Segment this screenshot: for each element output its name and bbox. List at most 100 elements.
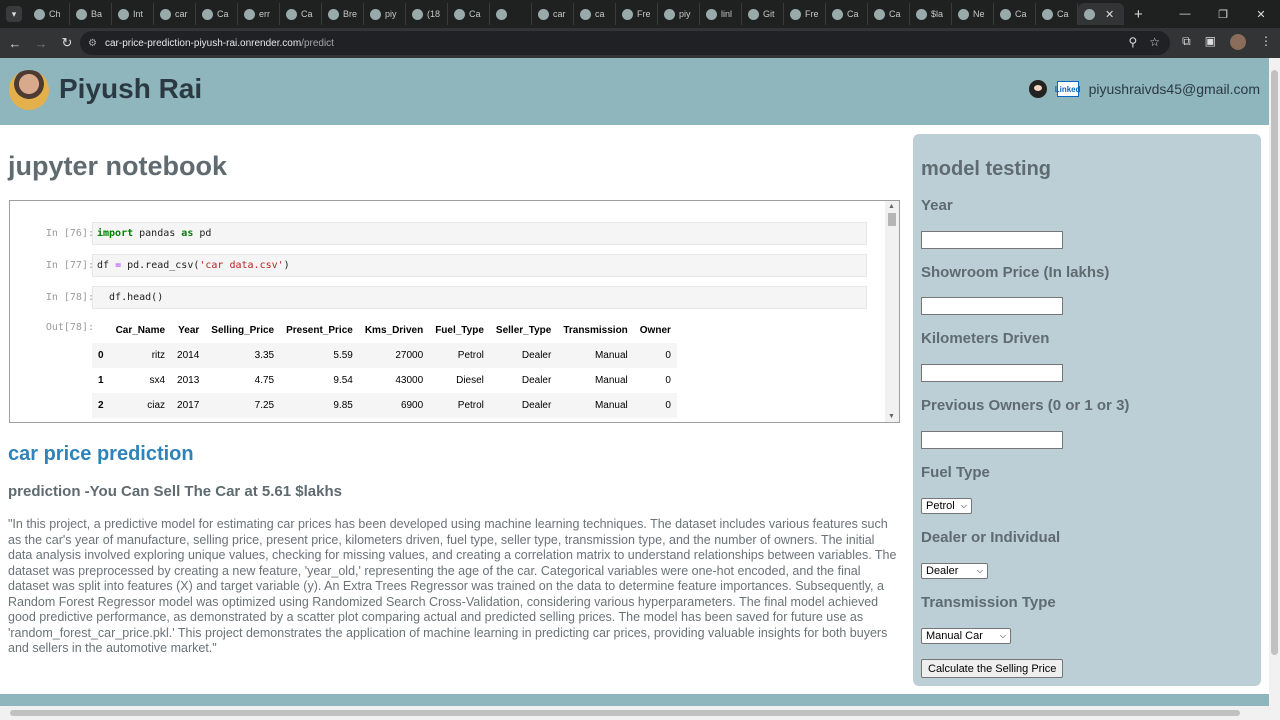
browser-tab[interactable]: Ca <box>1036 3 1078 25</box>
site-header: Piyush Rai Linked piyushraivds45@gmail.c… <box>0 58 1269 125</box>
year-input[interactable] <box>921 231 1063 249</box>
browser-tab[interactable]: (18 <box>406 3 448 25</box>
page-content: Piyush Rai Linked piyushraivds45@gmail.c… <box>0 58 1269 720</box>
footer-bar <box>0 694 1269 706</box>
tab-favicon-icon <box>664 8 675 20</box>
table-cell: sx4 <box>149 375 166 386</box>
browser-tab[interactable]: Ca <box>196 3 238 25</box>
tab-favicon-icon <box>454 8 465 20</box>
close-window-icon[interactable]: ✕ <box>1242 0 1280 28</box>
kms-driven-label: Kilometers Driven <box>921 330 1050 347</box>
url-bar[interactable]: ⚙ car-price-prediction-piyush-rai.onrend… <box>80 31 1170 55</box>
table-cell: Manual <box>594 375 628 386</box>
browser-tab[interactable]: Git <box>742 3 784 25</box>
browser-tab[interactable]: Fre <box>784 3 826 25</box>
browser-tab[interactable]: piy <box>364 3 406 25</box>
extensions-icon[interactable]: ⧉ <box>1182 34 1191 50</box>
active-tab[interactable]: ✕ <box>1078 3 1124 25</box>
tab-favicon-icon <box>1084 8 1095 20</box>
tab-favicon-icon <box>874 8 885 20</box>
minimize-icon[interactable]: — <box>1166 0 1204 28</box>
year-label: Year <box>921 197 953 214</box>
tab-favicon-icon <box>1000 8 1011 20</box>
tab-favicon-icon <box>412 8 423 20</box>
row-index: 0 <box>98 350 104 361</box>
page-vertical-scrollbar[interactable] <box>1269 58 1280 720</box>
browser-tab[interactable]: Ca <box>280 3 322 25</box>
tab-favicon-icon <box>706 8 717 20</box>
chevron-down-icon: ⌵ <box>976 566 983 575</box>
seller-type-select[interactable]: Dealer ⌵ <box>921 563 988 579</box>
browser-tab[interactable]: Ca <box>826 3 868 25</box>
browser-tab[interactable]: Fre <box>616 3 658 25</box>
browser-tab[interactable]: $la <box>910 3 952 25</box>
column-header: Car_Name <box>115 325 166 336</box>
output-prompt: Out[78]: <box>45 322 94 333</box>
side-panel-icon[interactable]: ▣ <box>1205 34 1216 50</box>
tab-list: Ch Ba Int car Ca err Ca Bre piy (18 Ca car ca Fre piy l… <box>28 0 1124 28</box>
bookmark-star-icon[interactable]: ☆ <box>1149 35 1160 49</box>
transmission-select[interactable]: Manual Car ⌵ <box>921 628 1011 644</box>
table-row: 2 ciaz 2017 7.25 9.85 6900 Petrol Dealer Manual 0 <box>92 393 677 418</box>
table-cell: ciaz <box>147 400 166 411</box>
browser-tab[interactable]: Bre <box>322 3 364 25</box>
github-icon[interactable] <box>1028 80 1047 98</box>
browser-tab[interactable]: Ne <box>952 3 994 25</box>
reload-icon[interactable]: ↻ <box>56 35 78 51</box>
zoom-icon[interactable]: ⚲ <box>1128 35 1137 49</box>
restore-icon[interactable]: ❐ <box>1204 0 1242 28</box>
table-cell: 4.75 <box>254 375 275 386</box>
column-header: Kms_Driven <box>364 325 424 336</box>
tab-favicon-icon <box>244 8 255 20</box>
row-index: 1 <box>98 375 104 386</box>
kms-driven-input[interactable] <box>921 364 1063 382</box>
browser-tab[interactable] <box>490 3 532 25</box>
column-header: Year <box>178 325 200 336</box>
table-cell: 2017 <box>177 400 200 411</box>
browser-tab-strip: ▾ Ch Ba Int car Ca err Ca Bre piy (18 Ca car ca Fre pi… <box>0 0 1280 28</box>
profile-avatar[interactable] <box>1230 34 1246 50</box>
browser-tab[interactable]: piy <box>658 3 700 25</box>
cell-prompt: In [76]: <box>45 228 94 239</box>
close-tab-icon[interactable]: ✕ <box>1105 8 1114 21</box>
forward-icon[interactable]: → <box>30 36 52 51</box>
site-info-icon[interactable]: ⚙ <box>88 38 97 49</box>
notebook-iframe[interactable]: In [76]: import pandas as pd In [77]: df… <box>9 200 900 423</box>
email-link[interactable]: piyushraivds45@gmail.com <box>1089 81 1260 97</box>
browser-tab[interactable]: ca <box>574 3 616 25</box>
browser-tab[interactable]: Int <box>112 3 154 25</box>
column-header: Selling_Price <box>211 325 275 336</box>
back-icon[interactable]: ← <box>4 36 26 51</box>
browser-tab[interactable]: Ca <box>868 3 910 25</box>
owners-input[interactable] <box>921 431 1063 449</box>
site-title: Piyush Rai <box>59 73 203 104</box>
page-horizontal-scrollbar[interactable] <box>0 706 1269 720</box>
new-tab-icon[interactable]: + <box>1134 6 1143 23</box>
chevron-down-icon: ⌵ <box>999 631 1006 640</box>
column-header: Fuel_Type <box>435 325 484 336</box>
browser-tab[interactable]: err <box>238 3 280 25</box>
browser-tab[interactable]: Ba <box>70 3 112 25</box>
linkedin-icon[interactable]: Linked <box>1055 81 1081 97</box>
browser-tab[interactable]: car <box>154 3 196 25</box>
tab-search-icon[interactable]: ▾ <box>6 6 22 22</box>
fuel-type-select[interactable]: Petrol ⌵ <box>921 498 972 514</box>
url-text: car-price-prediction-piyush-rai.onrender… <box>104 37 334 49</box>
tab-favicon-icon <box>496 8 507 20</box>
tab-favicon-icon <box>916 8 927 20</box>
showroom-price-input[interactable] <box>921 297 1063 315</box>
browser-tab[interactable]: Ch <box>28 3 70 25</box>
notebook-scrollbar[interactable]: ▲ ▼ <box>885 201 899 422</box>
table-cell: 7.25 <box>254 400 275 411</box>
dataframe-table: Car_Name Year Selling_Price Present_Price Km… <box>92 318 677 418</box>
form-title: model testing <box>921 158 1052 180</box>
browser-tab[interactable]: Ca <box>448 3 490 25</box>
browser-tab[interactable]: car <box>532 3 574 25</box>
column-header: Present_Price <box>286 325 353 336</box>
browser-tab[interactable]: Ca <box>994 3 1036 25</box>
fuel-type-label: Fuel Type <box>921 464 990 481</box>
code-input: import pandas as pd <box>92 222 867 245</box>
browser-menu-icon[interactable]: ⋮ <box>1260 34 1272 50</box>
calculate-button[interactable]: Calculate the Selling Price <box>921 659 1064 678</box>
browser-tab[interactable]: linl <box>700 3 742 25</box>
